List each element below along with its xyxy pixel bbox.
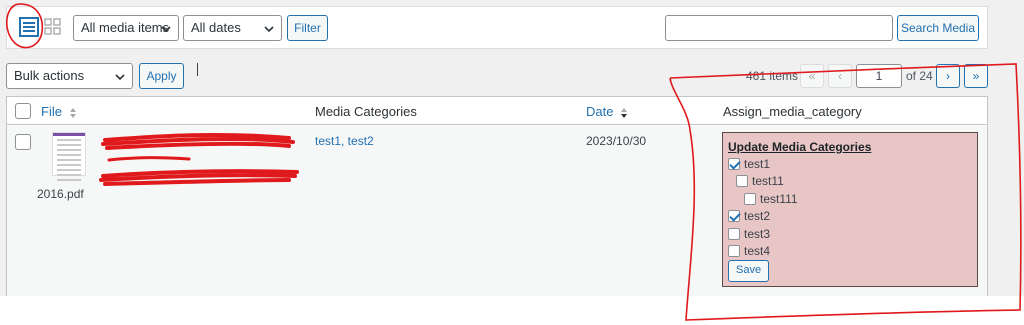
- chevron-down-icon: [161, 26, 171, 33]
- next-page-button[interactable]: ›: [936, 64, 960, 88]
- page-bottom-area: [0, 296, 1024, 325]
- category-label: test1: [744, 157, 771, 171]
- category-label: test4: [744, 244, 771, 258]
- checkbox[interactable]: [736, 175, 748, 187]
- column-file-label: File: [41, 104, 62, 119]
- date-select[interactable]: All dates: [183, 15, 282, 41]
- table-header: File Media Categories Date Assign_media_…: [7, 97, 987, 125]
- chevron-down-icon: [115, 74, 125, 81]
- media-categories-links[interactable]: test1, test2: [315, 134, 374, 148]
- checkbox-checked[interactable]: [728, 210, 740, 222]
- category-option-test2[interactable]: test2: [728, 209, 770, 223]
- grid-view-icon[interactable]: [44, 18, 61, 35]
- items-count: 461 items: [746, 69, 799, 83]
- sort-desc-icon: [621, 107, 628, 118]
- media-type-select[interactable]: All media items: [73, 15, 179, 41]
- prev-page-button[interactable]: ‹: [828, 64, 852, 88]
- category-option-test11[interactable]: test11: [736, 174, 784, 188]
- first-page-button[interactable]: «: [800, 64, 824, 88]
- pdf-thumbnail[interactable]: [52, 132, 86, 181]
- upload-date: 2023/10/30: [586, 134, 647, 148]
- chevron-down-icon: [264, 26, 274, 33]
- column-file[interactable]: File: [41, 104, 77, 119]
- media-type-value: All media items: [81, 20, 170, 35]
- last-page-button[interactable]: »: [964, 64, 988, 88]
- category-option-test1[interactable]: test1: [728, 157, 770, 171]
- list-view-icon[interactable]: [18, 16, 40, 38]
- sort-icon: [69, 107, 76, 118]
- category-label: test111: [760, 192, 798, 206]
- column-date-label: Date: [586, 104, 614, 119]
- apply-button[interactable]: Apply: [139, 63, 184, 89]
- date-select-value: All dates: [191, 20, 241, 35]
- category-option-test3[interactable]: test3: [728, 227, 770, 241]
- category-label: test2: [744, 209, 771, 223]
- search-media-button[interactable]: Search Media: [897, 15, 979, 41]
- save-button[interactable]: Save: [728, 260, 770, 282]
- panel-title: Update Media Categories: [728, 140, 872, 154]
- total-pages: of 24: [906, 69, 933, 83]
- column-assign-media-category: Assign_media_category: [723, 104, 862, 119]
- media-toolbar: All media items All dates Filter Search …: [6, 6, 988, 49]
- checkbox-checked[interactable]: [728, 158, 740, 170]
- category-label: test11: [752, 174, 784, 188]
- checkbox[interactable]: [728, 228, 740, 240]
- category-option-test111[interactable]: test111: [744, 192, 798, 206]
- column-date[interactable]: Date: [586, 104, 628, 119]
- search-input[interactable]: [665, 15, 893, 41]
- column-media-categories: Media Categories: [315, 104, 417, 119]
- category-label: test3: [744, 227, 771, 241]
- text-cursor: [197, 63, 198, 76]
- checkbox[interactable]: [744, 193, 756, 205]
- select-all-checkbox[interactable]: [15, 103, 31, 119]
- category-option-test4[interactable]: test4: [728, 244, 770, 258]
- filter-button[interactable]: Filter: [287, 15, 328, 41]
- bulk-actions-value: Bulk actions: [14, 68, 85, 83]
- row-checkbox[interactable]: [15, 134, 31, 150]
- update-categories-panel: Update Media Categories test1 test11 tes…: [722, 132, 978, 287]
- current-page-input[interactable]: 1: [856, 64, 902, 88]
- file-name: 2016.pdf: [37, 187, 84, 201]
- checkbox[interactable]: [728, 245, 740, 257]
- bulk-actions-select[interactable]: Bulk actions: [6, 63, 133, 89]
- redaction-scribble: [99, 132, 299, 186]
